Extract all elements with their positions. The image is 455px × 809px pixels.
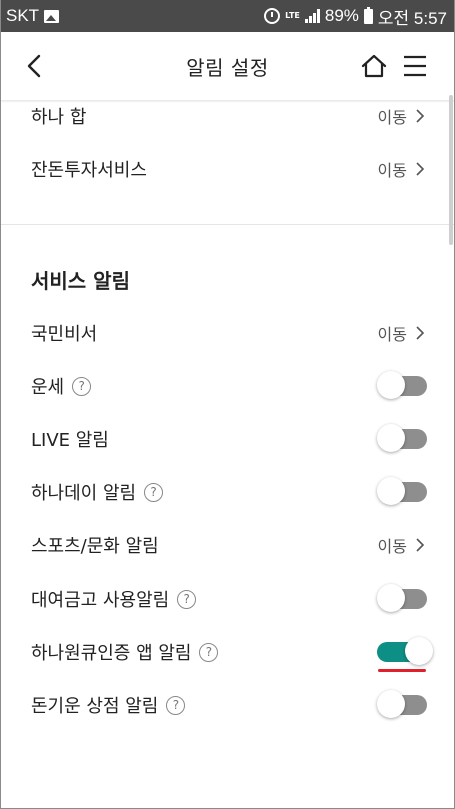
back-button[interactable]	[22, 54, 46, 78]
hanaday-toggle[interactable]	[377, 477, 427, 505]
section-title: 서비스 알림	[31, 269, 130, 293]
carrier-label: SKT	[6, 6, 40, 25]
battery-icon	[363, 6, 373, 24]
alarm-icon	[264, 8, 281, 24]
lte-icon: LTE	[285, 11, 300, 20]
clock: 오전 5:57	[377, 8, 447, 28]
fortune-toggle[interactable]	[377, 371, 427, 399]
list-item-safe-deposit: 대여금고 사용알림 ?	[0, 574, 455, 624]
hana1q-auth-toggle[interactable]	[377, 637, 433, 665]
move-label: 이동	[377, 537, 407, 556]
highlight-underline	[378, 669, 426, 672]
row-label: 대여금고 사용알림	[31, 590, 170, 611]
move-label: 이동	[377, 108, 407, 127]
row-label: 잔돈투자서비스	[31, 160, 147, 181]
move-link[interactable]: 이동	[378, 104, 425, 128]
live-toggle[interactable]	[377, 424, 427, 452]
list-item-money-shop: 돈기운 상점 알림 ?	[0, 680, 455, 730]
scrollbar[interactable]	[449, 95, 453, 245]
chevron-right-icon	[416, 326, 425, 340]
home-icon	[361, 54, 387, 78]
list-item-hanaday: 하나데이 알림 ?	[0, 467, 455, 517]
money-shop-toggle[interactable]	[377, 690, 427, 718]
move-link[interactable]: 이동	[378, 533, 425, 557]
menu-icon	[404, 55, 426, 77]
page-title: 알림 설정	[186, 55, 269, 80]
image-icon	[44, 9, 60, 23]
row-label: 운세	[31, 377, 65, 398]
menu-button[interactable]	[402, 54, 428, 78]
settings-list: 하나 합 이동 잔돈투자서비스 이동 서비스 알림 국민비서 이동 운세 ? L…	[0, 100, 455, 809]
row-label: 하나원큐인증 앱 알림	[31, 643, 192, 664]
help-icon[interactable]: ?	[177, 589, 197, 609]
help-icon[interactable]: ?	[199, 642, 219, 662]
chevron-right-icon	[416, 538, 425, 552]
chevron-right-icon	[416, 109, 425, 123]
header-shadow	[0, 100, 455, 103]
list-item-live: LIVE 알림	[0, 414, 455, 464]
battery-percent: 89%	[324, 6, 359, 25]
row-label: LIVE 알림	[31, 430, 109, 451]
help-icon[interactable]: ?	[144, 482, 164, 502]
safe-deposit-toggle[interactable]	[377, 584, 427, 612]
chevron-right-icon	[416, 162, 425, 176]
list-item-change-invest[interactable]: 잔돈투자서비스 이동	[0, 144, 455, 194]
list-item-gukmin-secretary[interactable]: 국민비서 이동	[0, 308, 455, 358]
back-arrow-icon	[27, 54, 41, 78]
app-header: 알림 설정	[0, 32, 455, 100]
list-item-sports-culture[interactable]: 스포츠/문화 알림 이동	[0, 520, 455, 570]
help-icon[interactable]: ?	[166, 695, 186, 715]
help-icon[interactable]: ?	[72, 376, 92, 396]
list-item-hana-hap[interactable]: 하나 합 이동	[0, 100, 455, 141]
move-label: 이동	[377, 325, 407, 344]
row-label: 국민비서	[31, 324, 98, 345]
section-divider	[0, 224, 455, 225]
status-bar: SKT LTE 89% 오전 5:57	[0, 0, 455, 32]
list-item-fortune: 운세 ?	[0, 361, 455, 411]
move-link[interactable]: 이동	[378, 157, 425, 181]
row-label: 스포츠/문화 알림	[31, 536, 159, 557]
home-button[interactable]	[360, 52, 388, 80]
row-label: 하나 합	[31, 107, 87, 128]
signal-icon	[304, 9, 320, 23]
row-label: 돈기운 상점 알림	[31, 696, 159, 717]
move-link[interactable]: 이동	[378, 321, 425, 345]
move-label: 이동	[377, 161, 407, 180]
row-label: 하나데이 알림	[31, 483, 137, 504]
